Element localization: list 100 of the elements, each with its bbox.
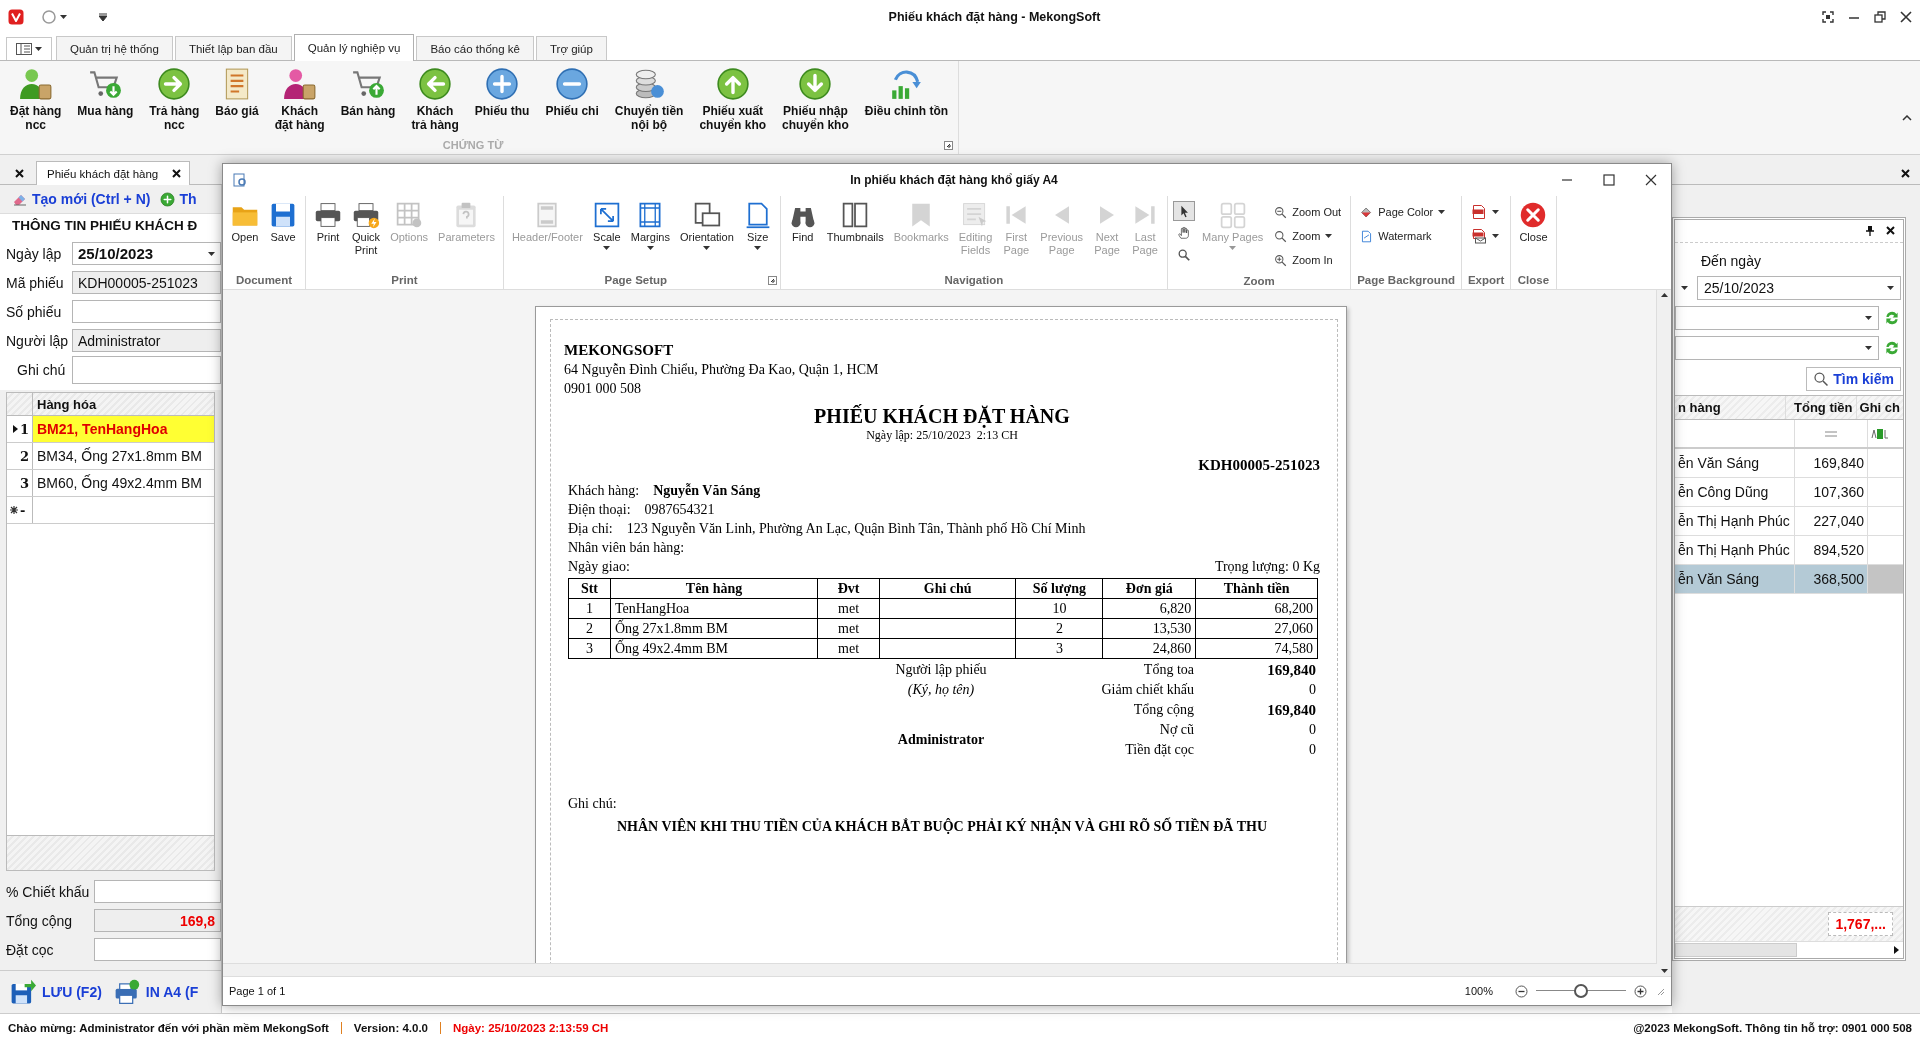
ribbon-button[interactable]: Trả hàng ncc [141, 67, 208, 133]
ribbon-tab[interactable]: Báo cáo thống kê [416, 36, 534, 60]
zoom-out-icon[interactable] [1515, 984, 1528, 998]
close-all-icon[interactable] [14, 168, 24, 178]
quick-access-button[interactable] [42, 10, 67, 24]
toolbar-button[interactable]: Watermark [1358, 226, 1448, 246]
pin-icon[interactable] [1866, 226, 1874, 236]
scroll-down-icon[interactable] [1660, 969, 1668, 973]
field-label: Khách hàng: [568, 482, 640, 500]
toolbar-button[interactable]: Close [1514, 199, 1553, 246]
scroll-up-icon[interactable] [1660, 293, 1668, 297]
table-cell: Ống 49x2.4mm BM [610, 638, 818, 659]
date-field[interactable]: 25/10/2023 [1697, 276, 1901, 300]
dropdown-field[interactable] [1675, 336, 1879, 360]
field-label: Mã phiếu [6, 274, 65, 291]
grid-row[interactable]: 1 BM21, TenHangHoa [7, 416, 214, 443]
zoom-slider[interactable] [1536, 984, 1626, 998]
table-cell: TenHangHoa [610, 598, 818, 619]
toolbar-button[interactable]: Zoom In [1272, 250, 1344, 270]
column-header[interactable]: Tổng tiền [1786, 396, 1857, 419]
launcher-icon[interactable] [944, 140, 954, 150]
scrollbar[interactable] [223, 963, 1657, 976]
scroll-right-icon[interactable] [1894, 946, 1899, 954]
ribbon-tab[interactable]: Thiết lập ban đầu [174, 36, 292, 60]
toolbar-button[interactable]: Quick Print [347, 199, 386, 259]
action-button[interactable]: IN A4 (F [113, 979, 199, 1005]
caret-icon [1680, 286, 1688, 290]
input-field[interactable] [94, 938, 221, 961]
toolbar-button[interactable]: Print [309, 199, 347, 246]
readonly-field[interactable]: KDH00005-251023 [72, 271, 221, 294]
ribbon-button[interactable]: Báo giá [207, 67, 267, 119]
toolbar-button[interactable]: Size [738, 199, 777, 252]
fullscreen-icon[interactable] [1822, 11, 1834, 23]
toolbar-button[interactable]: Save [264, 199, 302, 246]
ribbon-button[interactable]: Mua hàng [69, 67, 142, 119]
grid-row[interactable]: 2 BM34, Ống 27x1.8mm BM [7, 443, 214, 470]
collapse-icon[interactable] [1902, 115, 1912, 121]
plus-circle-icon [160, 191, 176, 207]
column-header[interactable]: Ghi ch [1856, 396, 1903, 419]
ribbon-tab[interactable]: Trợ giúp [535, 36, 607, 60]
toolbar-button[interactable]: Orientation [674, 199, 739, 252]
save-icon [10, 979, 36, 1005]
ribbon-button[interactable]: Phiếu nhập chuyển kho [774, 67, 857, 133]
ribbon-tab[interactable]: Quản lý nghiệp vụ [293, 34, 415, 61]
close-icon[interactable] [1886, 226, 1895, 235]
launcher-icon[interactable] [767, 275, 777, 285]
toolbar-button[interactable]: Th [160, 191, 197, 207]
close-icon[interactable] [172, 169, 182, 178]
ribbon-tab[interactable]: Quản trị hệ thống [56, 36, 173, 60]
restore-icon[interactable] [1874, 11, 1886, 23]
ribbon-button[interactable]: Đặt hàng ncc [2, 67, 70, 133]
input-field[interactable] [72, 300, 221, 323]
resize-grip-icon[interactable] [1655, 986, 1665, 996]
action-button[interactable]: LƯU (F2) [10, 979, 102, 1005]
tool-button[interactable] [1173, 201, 1196, 221]
toolbar-button[interactable]: Tạo mới (Ctrl + N) [12, 191, 151, 207]
search-button[interactable]: Tìm kiếm [1806, 367, 1901, 391]
view-menu-button[interactable] [6, 37, 52, 60]
scrollbar-thumb[interactable] [1675, 943, 1797, 957]
input-field[interactable] [94, 880, 221, 903]
toolbar-button[interactable]: Find [783, 199, 822, 246]
toolbar-button[interactable]: Page Color [1358, 202, 1448, 222]
close-icon[interactable] [1900, 168, 1910, 178]
ribbon-button[interactable]: Khách đặt hàng [266, 67, 333, 133]
close-icon[interactable] [1900, 11, 1912, 23]
document-tab[interactable]: Phiếu khách đặt hàng [36, 161, 191, 185]
readonly-field[interactable]: 169,8 [94, 909, 221, 932]
ribbon-button[interactable]: Chuyển tiền nội bộ [606, 67, 692, 133]
grid-row[interactable]: ễn Văn Sáng 169,840 [1675, 449, 1903, 478]
grid-row[interactable]: ễn Văn Sáng 368,500 [1675, 565, 1903, 594]
toolbar-button[interactable]: Open [226, 199, 264, 246]
column-header[interactable]: n hàng [1675, 396, 1787, 419]
date-field[interactable]: 25/10/2023 [72, 242, 221, 265]
ribbon-button[interactable]: Phiếu thu [466, 67, 538, 119]
note-field[interactable] [72, 355, 221, 384]
dropdown-field[interactable] [1675, 306, 1879, 330]
scrollbar[interactable] [1656, 290, 1671, 976]
zoom-in-icon[interactable] [1634, 984, 1647, 998]
ribbon-button[interactable]: Khách trả hàng [403, 67, 467, 133]
grid-row[interactable]: ễn Thị Hạnh Phúc 227,040 [1675, 507, 1903, 536]
ribbon-button[interactable]: Phiếu xuất chuyển kho [691, 67, 775, 133]
ribbon-button[interactable]: Bán hàng [332, 67, 404, 119]
close-icon[interactable] [1645, 174, 1657, 186]
ribbon-button[interactable]: Điều chỉnh tồn [856, 67, 957, 119]
maximize-icon[interactable] [1603, 174, 1615, 186]
grid-row[interactable]: ễn Công Dũng 107,360 [1675, 478, 1903, 507]
slider-thumb[interactable] [1574, 984, 1588, 998]
customize-button[interactable] [99, 13, 107, 21]
readonly-field[interactable]: Administrator [72, 329, 221, 352]
toolbar-button[interactable]: Thumbnails [821, 199, 889, 246]
ribbon-button[interactable]: Phiếu chi [537, 67, 607, 119]
grid-row[interactable]: 3 BM60, Ống 49x2.4mm BM [7, 470, 214, 497]
column-header: Đvt [817, 578, 880, 599]
toolbar-button[interactable]: Zoom [1272, 226, 1344, 246]
close-icon [1519, 201, 1548, 229]
toolbar-button[interactable]: Margins [625, 199, 675, 252]
group-label: Zoom [1242, 275, 1276, 287]
toolbar-button[interactable]: Zoom Out [1272, 202, 1344, 222]
summary-value: 0 [1308, 741, 1316, 759]
toolbar-button[interactable]: Scale [587, 199, 626, 252]
